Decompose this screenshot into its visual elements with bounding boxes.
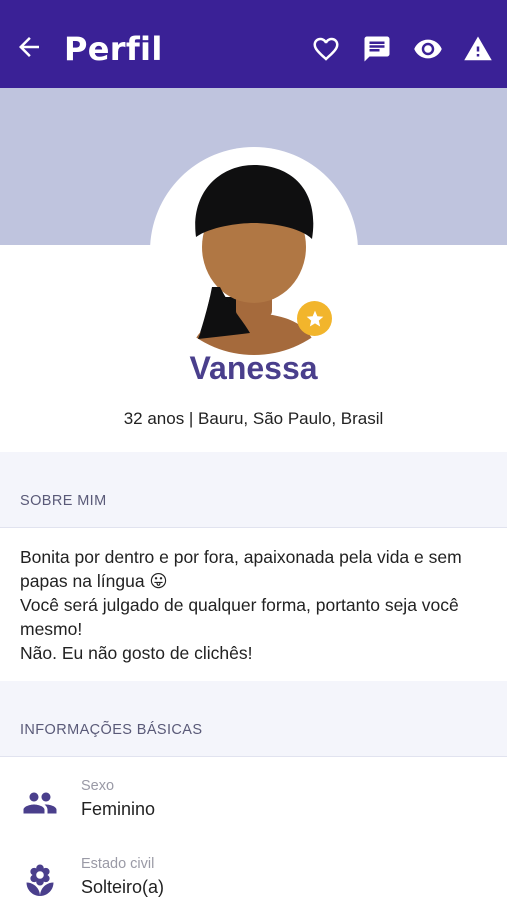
eye-icon[interactable] (413, 34, 443, 64)
warning-icon[interactable] (463, 34, 493, 64)
profile-details: 32 anos | Bauru, São Paulo, Brasil (123, 409, 384, 428)
about-text: Bonita por dentro e por fora, apaixonada… (20, 545, 490, 665)
heart-icon[interactable] (311, 34, 341, 64)
about-heading: SOBRE MIM (20, 493, 107, 509)
about-line: Não. Eu não gosto de clichês! (20, 643, 253, 663)
basic-info-heading: INFORMAÇÕES BÁSICAS (20, 722, 203, 738)
basic-info-section-header: INFORMAÇÕES BÁSICAS (0, 681, 507, 757)
app-bar: Perfil (0, 0, 507, 88)
profile-name: Vanessa (189, 350, 318, 386)
people-icon (23, 792, 57, 814)
about-line: Você será julgado de qualquer forma, por… (20, 595, 459, 639)
star-badge (297, 301, 332, 336)
info-row-sexo: Sexo Feminino (0, 773, 507, 833)
info-row-estado-civil: Estado civil Solteiro(a) (0, 851, 507, 911)
about-line: Bonita por dentro e por fora, apaixonada… (20, 547, 462, 591)
info-value: Solteiro(a) (81, 877, 165, 897)
info-value: Feminino (81, 799, 156, 819)
page-title: Perfil (64, 30, 163, 68)
star-icon (306, 310, 323, 326)
info-label: Estado civil (81, 856, 155, 872)
about-section-header: SOBRE MIM (0, 452, 507, 528)
chat-icon[interactable] (362, 34, 392, 64)
info-label: Sexo (81, 778, 115, 794)
back-arrow-icon[interactable] (14, 32, 44, 62)
flower-icon (26, 864, 54, 896)
